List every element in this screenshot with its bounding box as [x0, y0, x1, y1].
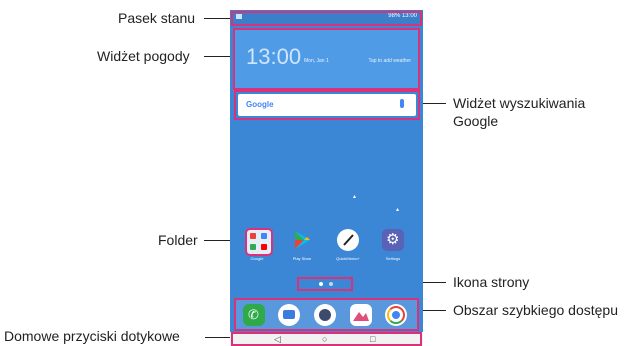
play-store-icon[interactable] — [291, 229, 313, 251]
callout-status-bar: Pasek stanu — [118, 10, 196, 26]
callout-quick-access: Obszar szybkiego dostępu — [453, 302, 618, 318]
page-indicator-highlight — [297, 277, 353, 291]
page-indicator[interactable] — [297, 277, 353, 291]
page-dot — [329, 282, 333, 286]
folder-mini-icon — [250, 244, 256, 250]
bird-decoration: ▴ — [396, 207, 400, 213]
google-search-highlight — [234, 90, 420, 120]
app-label-settings: Settings — [385, 256, 401, 261]
app-label-play-store: Play Store — [292, 256, 312, 261]
gear-icon: ⚙ — [386, 231, 400, 248]
callout-google-line2: Google — [453, 113, 499, 129]
weather-widget-highlight — [233, 28, 420, 90]
folder-icon[interactable] — [245, 228, 273, 256]
settings-icon[interactable]: ⚙ — [382, 229, 404, 251]
bird-decoration: ▴ — [353, 194, 357, 200]
callout-home-touch-buttons: Domowe przyciski dotykowe — [4, 328, 180, 344]
callout-google-line1: Widżet wyszukiwania — [453, 95, 586, 111]
folder-mini-icon — [250, 233, 256, 239]
folder-mini-icon — [261, 233, 267, 239]
nav-highlight — [231, 332, 422, 346]
folder-mini-icon — [261, 244, 267, 250]
callout-weather-widget: Widżet pogody — [97, 48, 190, 64]
callout-google-search-widget: Widżet wyszukiwania Google — [453, 94, 585, 130]
home-touch-buttons: ◁ ○ □ — [230, 332, 423, 346]
app-label-google: Google — [250, 256, 264, 261]
pen-svg — [343, 234, 354, 246]
app-label-quickmemo: QuickMemo+ — [336, 256, 360, 261]
quick-access-dock: ✆ — [234, 298, 419, 331]
leader-line-quick — [420, 310, 446, 311]
play-store-svg — [295, 231, 310, 249]
callout-page-icon: Ikona strony — [453, 274, 530, 290]
page-dot-active — [319, 282, 323, 286]
phone-screen: 98% 13:00 13:00 Mon, Jan 1 Tap to add we… — [230, 10, 423, 346]
dock-highlight — [234, 298, 419, 331]
callout-folder: Folder — [158, 232, 198, 248]
quickmemo-icon[interactable] — [337, 229, 359, 251]
status-bar-highlight — [231, 11, 422, 26]
